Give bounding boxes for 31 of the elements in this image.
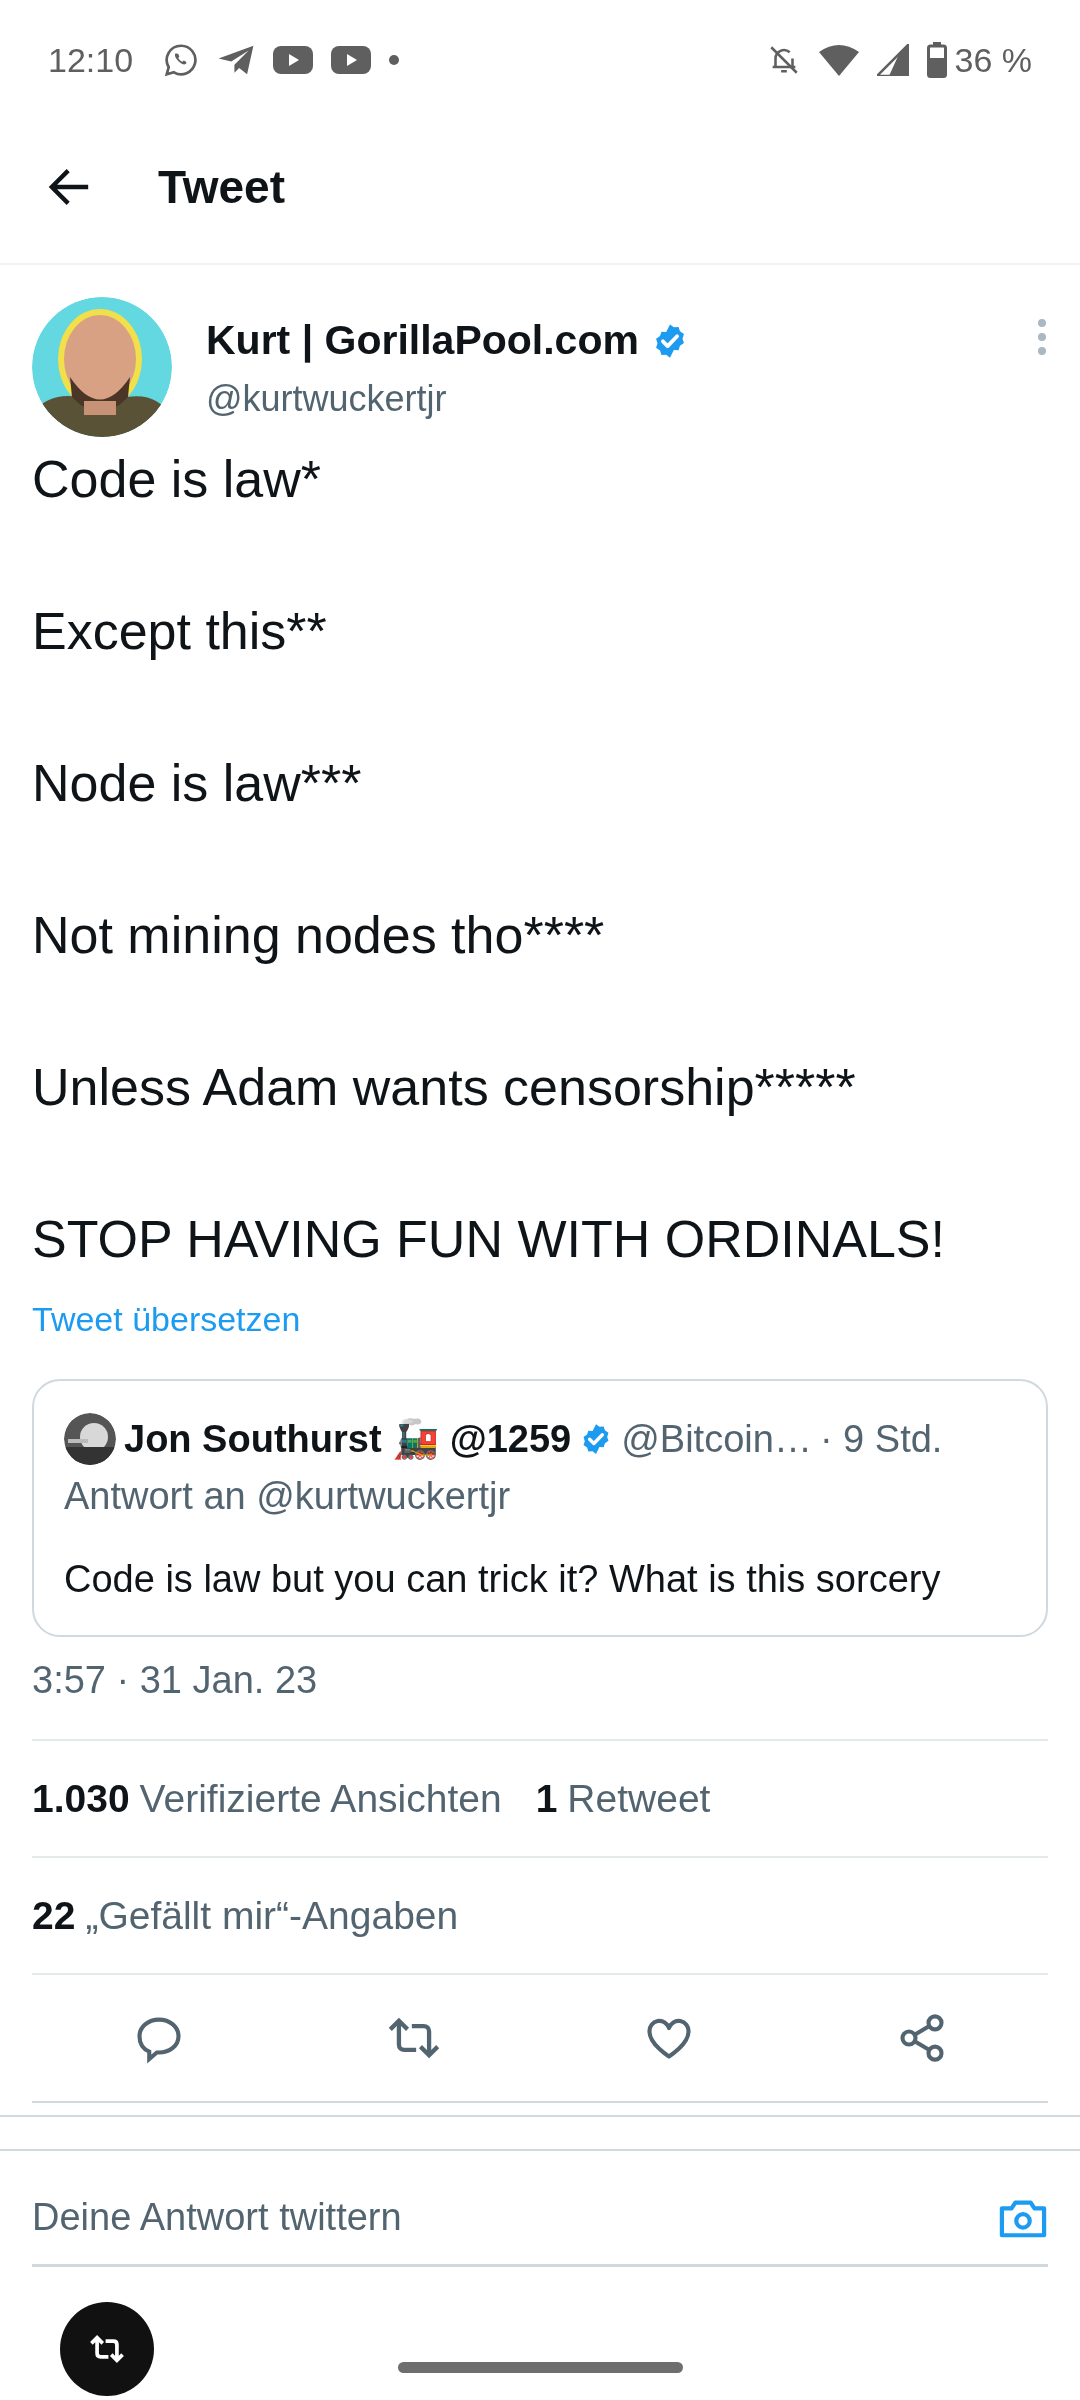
quoted-tweet-text: Code is law but you can trick it? What is this sorcery xyxy=(64,1557,942,1602)
quoted-author-handle: @Bitcoin… xyxy=(621,1417,812,1461)
tweet-text: Code is law* xyxy=(32,449,323,510)
tweet-text: STOP HAVING FUN WITH ORDINALS! xyxy=(32,1209,946,1270)
battery-percent: 36 % xyxy=(954,40,1032,80)
wifi-icon xyxy=(818,44,859,76)
retweet-icon xyxy=(88,2332,126,2366)
reply-field[interactable]: Deine Antwort twittern xyxy=(32,2196,998,2239)
video-play-icon xyxy=(331,46,372,74)
tweet-text: Unless Adam wants censorship***** xyxy=(32,1057,857,1118)
signal-icon xyxy=(876,44,909,76)
reply-to-text: Antwort an @kurtwuckertjr xyxy=(64,1474,512,1519)
tweet-timestamp: 3:57 · 31 Jan. 23 xyxy=(32,1659,318,1701)
page-title: Tweet xyxy=(158,159,285,214)
stat-count[interactable]: 22 „Gefällt mir“-Angaben xyxy=(32,1893,459,1938)
chat-bubble-icon xyxy=(163,42,200,78)
battery-icon xyxy=(926,42,947,78)
tweet-text: Node is law*** xyxy=(32,753,363,814)
quoted-tweet-time: · 9 Std. xyxy=(819,1417,943,1461)
stat-count[interactable]: 1 Retweet xyxy=(535,1776,711,1821)
quoted-author-name: Jon Southurst 🚂 @1259 xyxy=(124,1417,572,1461)
dot-icon xyxy=(389,55,400,65)
paper-plane-icon xyxy=(217,44,256,76)
quoted-tweet-card[interactable]: Jon Southurst 🚂 @1259 @Bitcoin… · 9 Std. Antwort an @kurtwuckertjr Code is law but you can trick it? What is this sorcery xyxy=(32,1379,1048,1637)
tweet-text: Except this** xyxy=(32,601,328,662)
video-play-icon xyxy=(273,46,314,74)
tweet-text: Not mining nodes tho**** xyxy=(32,905,606,966)
status-time: 12:10 xyxy=(48,40,134,80)
author-name[interactable]: Kurt | GorillaPool.com xyxy=(206,317,639,364)
author-handle[interactable]: @kurtwuckertjr xyxy=(206,378,1036,420)
stat-count[interactable]: 1.030 Verifizierte Ansichten xyxy=(32,1776,502,1821)
